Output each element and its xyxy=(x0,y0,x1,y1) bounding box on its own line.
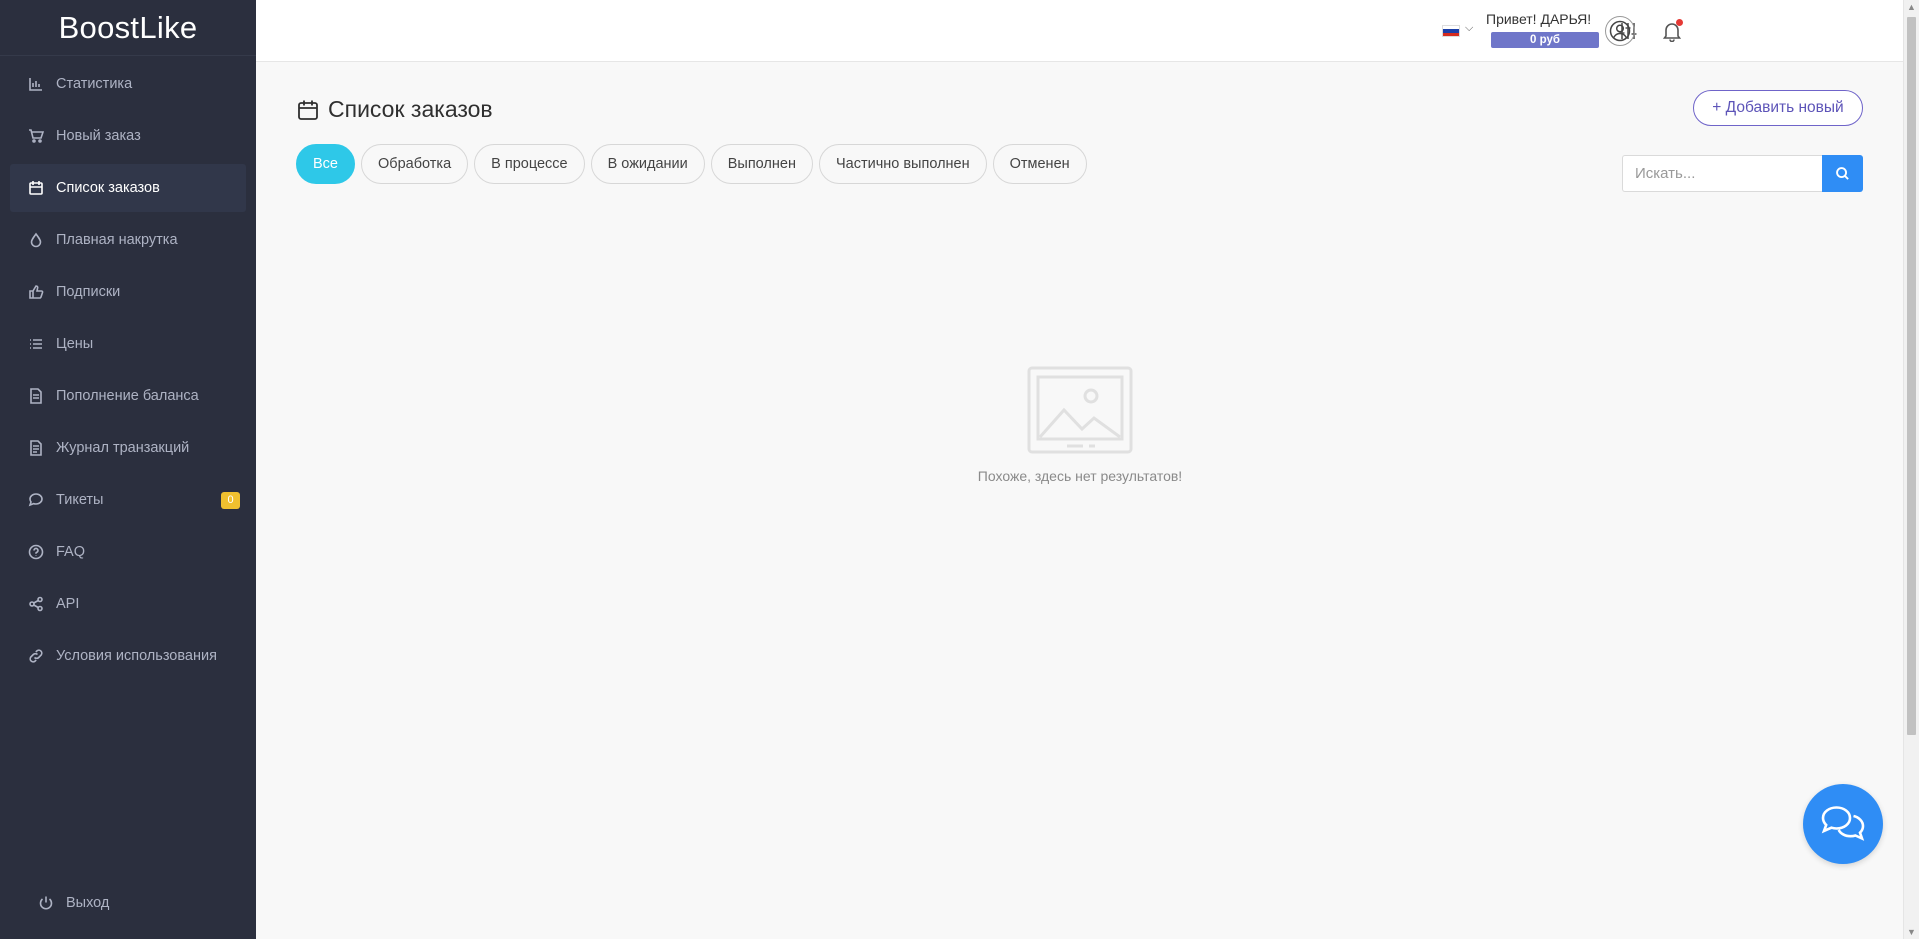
sidebar: BoostLike Статистика Новый заказ Список … xyxy=(0,0,256,939)
sidebar-item-label: Условия использования xyxy=(56,648,217,664)
notification-dot xyxy=(1676,19,1683,26)
empty-state: Похоже, здесь нет результатов! xyxy=(960,366,1200,484)
status-filters: Все Обработка В процессе В ожидании Выпо… xyxy=(296,144,1093,184)
page-title-text: Список заказов xyxy=(328,96,493,122)
sidebar-item-label: Плавная накрутка xyxy=(56,232,178,248)
sidebar-item-faq[interactable]: FAQ xyxy=(10,528,246,576)
tickets-count-badge: 0 xyxy=(221,491,240,509)
sidebar-item-label: Новый заказ xyxy=(56,128,141,144)
bell-icon[interactable] xyxy=(1661,19,1683,43)
chat-bubbles-icon xyxy=(1821,806,1865,841)
avatar-icon[interactable] xyxy=(1605,16,1635,46)
cart-icon xyxy=(28,128,44,144)
add-new-button[interactable]: + Добавить новый xyxy=(1693,90,1863,126)
sidebar-item-label: FAQ xyxy=(56,544,86,560)
sidebar-item-prices[interactable]: Цены xyxy=(10,320,246,368)
chat-widget-button[interactable] xyxy=(1803,784,1883,864)
filter-pending[interactable]: В ожидании xyxy=(590,144,705,184)
sidebar-item-logout[interactable]: Выход xyxy=(20,879,256,927)
drop-icon xyxy=(28,232,44,248)
page-scrollbar[interactable]: ▲ ▼ xyxy=(1903,0,1919,939)
link-icon xyxy=(28,648,44,664)
sidebar-item-label: Выход xyxy=(66,895,110,911)
list-icon xyxy=(28,336,44,352)
sidebar-item-statistics[interactable]: Статистика xyxy=(10,60,246,108)
sidebar-item-label: Список заказов xyxy=(56,180,160,196)
sidebar-item-transactions[interactable]: Журнал транзакций xyxy=(10,424,246,472)
filter-completed[interactable]: Выполнен xyxy=(710,144,813,184)
search-icon xyxy=(1836,167,1849,180)
brand-logo[interactable]: BoostLike xyxy=(0,0,256,56)
sidebar-item-label: Тикеты xyxy=(56,492,104,508)
help-icon xyxy=(28,544,44,560)
page-title: Список заказов xyxy=(297,96,493,123)
calendar-icon xyxy=(28,180,44,196)
search-button[interactable] xyxy=(1822,155,1863,192)
sidebar-item-terms[interactable]: Условия использования xyxy=(10,632,246,680)
chevron-down-icon[interactable]: ⌵ xyxy=(1465,22,1473,35)
sidebar-item-new-order[interactable]: Новый заказ xyxy=(10,112,246,160)
chat-icon xyxy=(28,492,44,508)
filter-partial[interactable]: Частично выполнен xyxy=(818,144,987,184)
filter-all[interactable]: Все xyxy=(296,144,355,184)
sidebar-item-label: Статистика xyxy=(56,76,133,92)
sidebar-item-tickets[interactable]: Тикеты 0 xyxy=(10,476,246,524)
scroll-up-arrow-icon[interactable]: ▲ xyxy=(1907,2,1916,12)
sidebar-item-label: Пополнение баланса xyxy=(56,388,199,404)
search-input[interactable] xyxy=(1622,155,1822,192)
empty-state-text: Похоже, здесь нет результатов! xyxy=(977,468,1183,484)
scrollbar-thumb[interactable] xyxy=(1907,17,1916,735)
balance-badge[interactable]: 0 руб xyxy=(1491,32,1599,48)
bar-chart-icon xyxy=(28,76,44,92)
calendar-icon xyxy=(298,100,318,120)
sidebar-item-label: API xyxy=(56,596,80,612)
sidebar-item-smooth-boost[interactable]: Плавная накрутка xyxy=(10,216,246,264)
user-greeting: Привет! ДАРЬЯ! xyxy=(1486,11,1592,27)
filter-canceled[interactable]: Отменен xyxy=(992,144,1087,184)
topbar xyxy=(256,0,1903,62)
scroll-down-arrow-icon[interactable]: ▼ xyxy=(1907,927,1916,937)
power-icon xyxy=(38,895,54,911)
share-icon xyxy=(28,596,44,612)
sidebar-item-subscriptions[interactable]: Подписки xyxy=(10,268,246,316)
sidebar-item-orders-list[interactable]: Список заказов xyxy=(10,164,246,212)
sidebar-item-label: Цены xyxy=(56,336,94,352)
image-placeholder-icon xyxy=(1027,366,1133,454)
ru-flag-icon[interactable] xyxy=(1442,25,1460,37)
sidebar-item-label: Подписки xyxy=(56,284,121,300)
sidebar-item-label: Журнал транзакций xyxy=(56,440,190,456)
search-box xyxy=(1622,155,1864,192)
journal-icon xyxy=(28,440,44,456)
filter-in-progress[interactable]: В процессе xyxy=(474,144,585,184)
document-icon xyxy=(28,388,44,404)
filter-processing[interactable]: Обработка xyxy=(361,144,469,184)
sidebar-item-api[interactable]: API xyxy=(10,580,246,628)
sidebar-item-add-funds[interactable]: Пополнение баланса xyxy=(10,372,246,420)
thumbs-up-icon xyxy=(28,284,44,300)
sidebar-nav: Статистика Новый заказ Список заказов Пл… xyxy=(0,60,256,680)
